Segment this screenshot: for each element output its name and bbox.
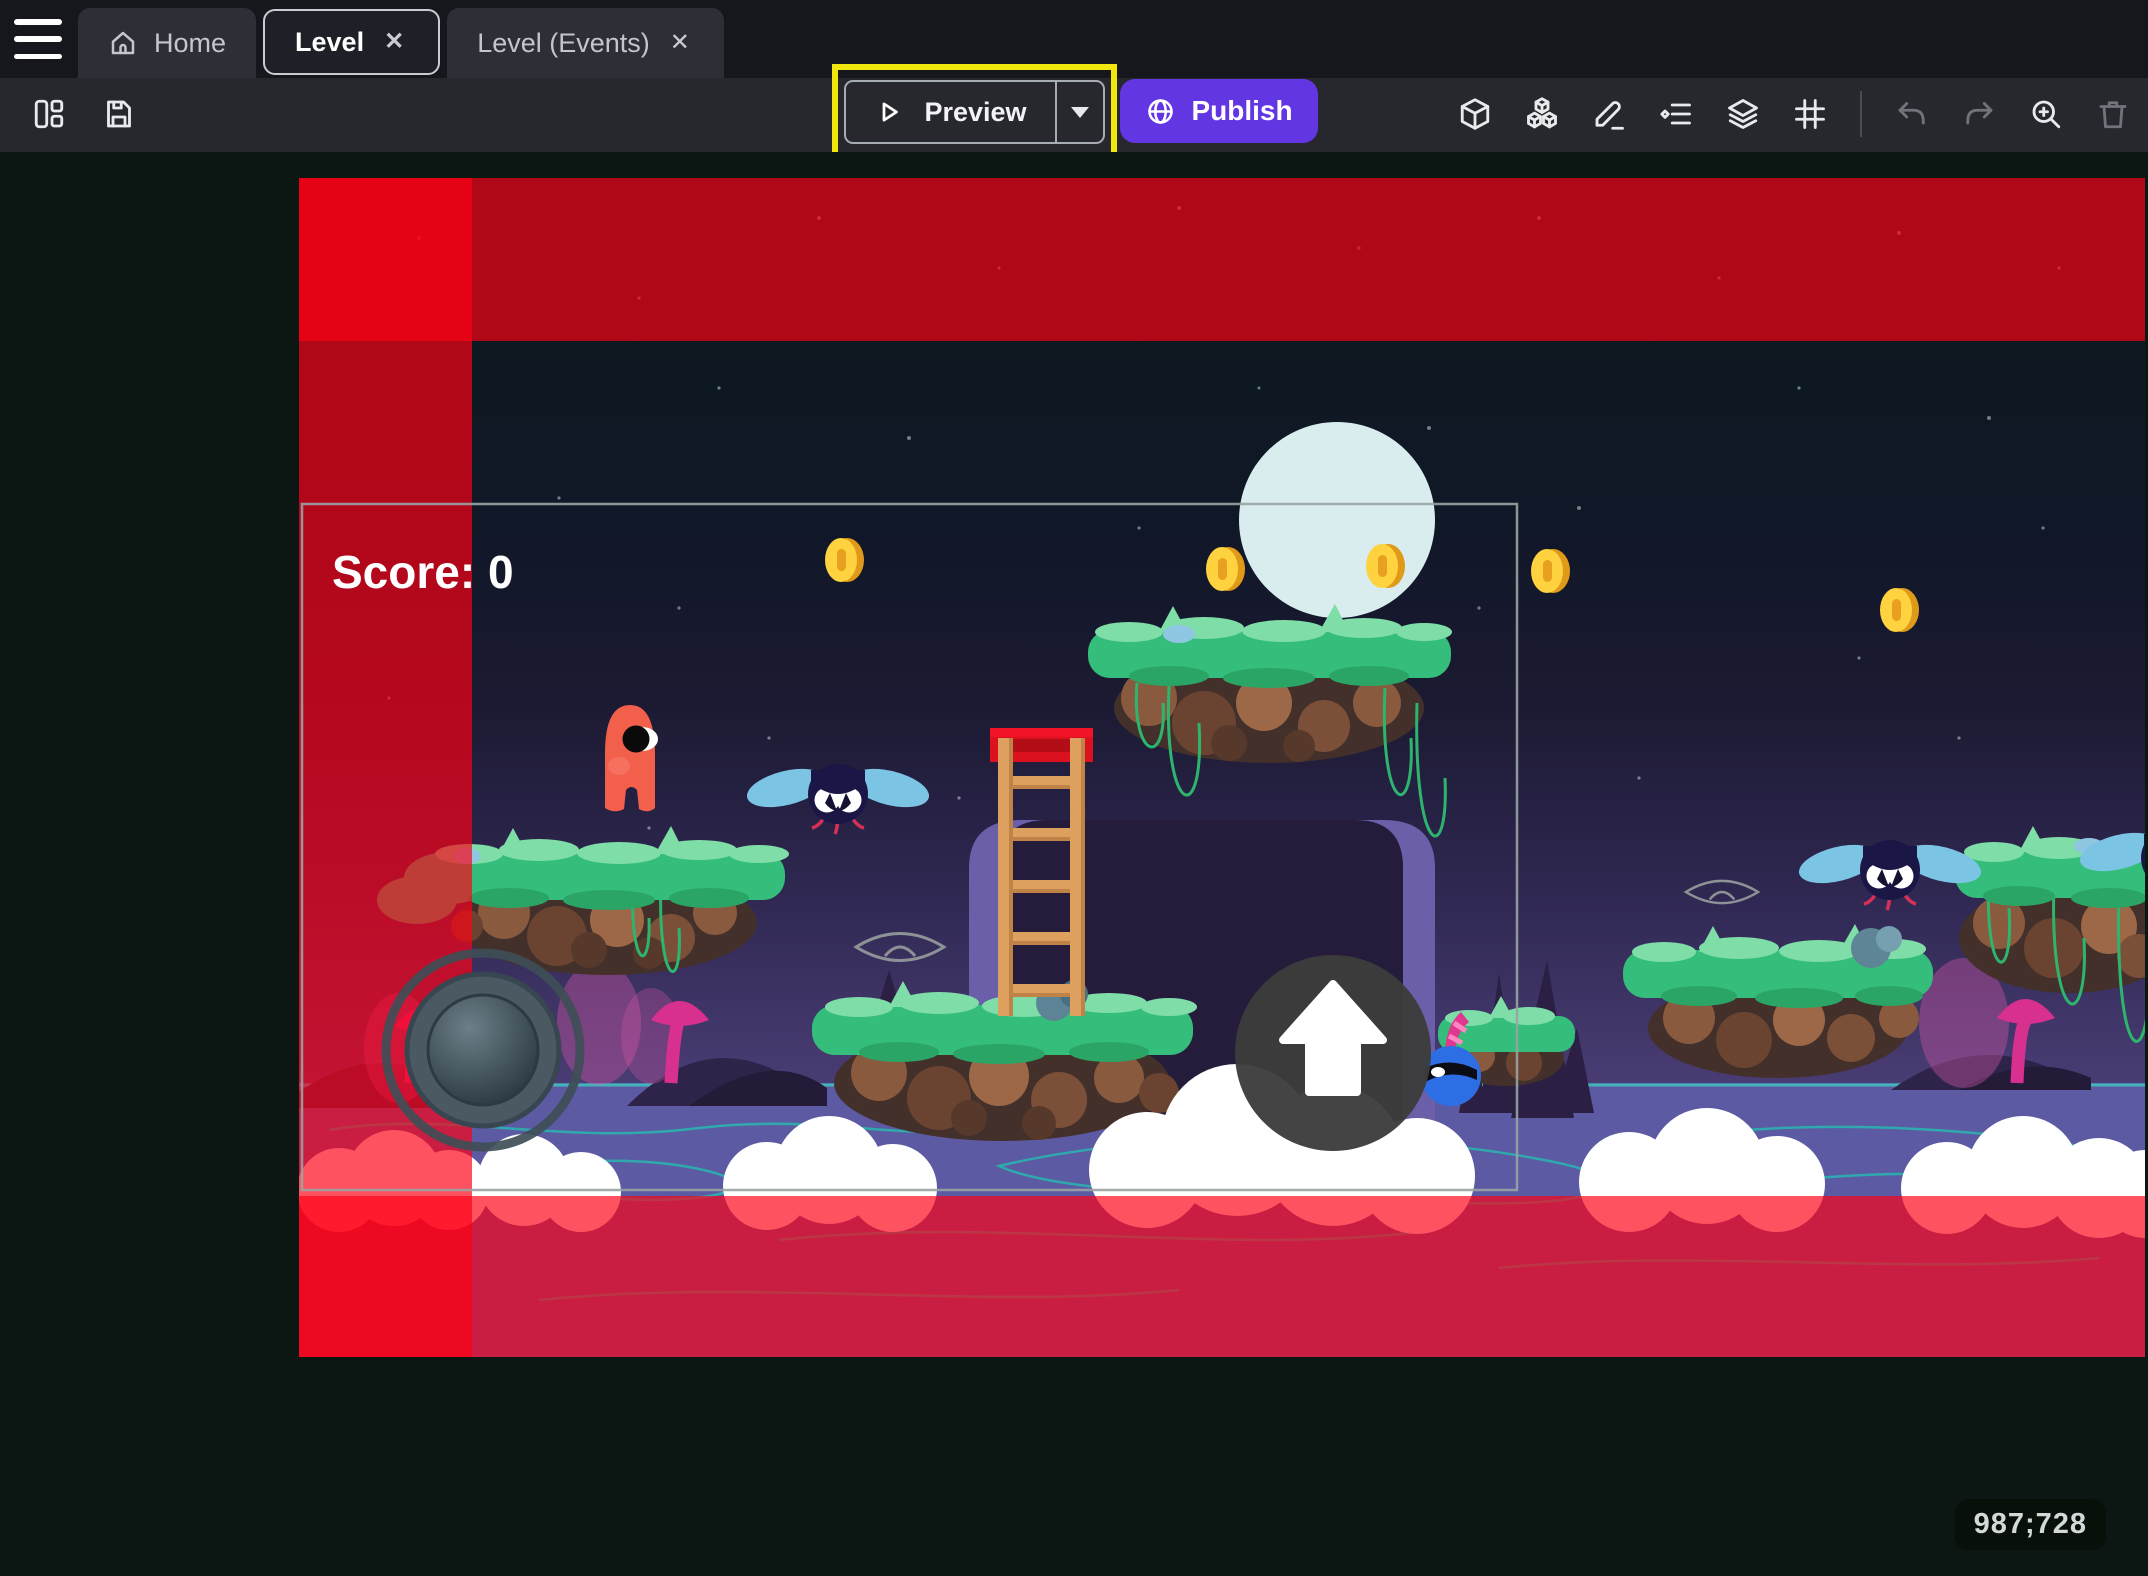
coin[interactable] xyxy=(1880,588,1919,632)
cursor-coordinates: 987;728 xyxy=(1955,1499,2106,1550)
platform[interactable] xyxy=(1623,924,1933,1078)
publish-label: Publish xyxy=(1191,95,1292,127)
toolbar-right xyxy=(1452,88,2148,140)
play-icon xyxy=(874,97,904,127)
toolbar-separator xyxy=(1860,91,1862,137)
edit-pencil-icon[interactable] xyxy=(1586,88,1632,140)
preview-button[interactable]: Preview xyxy=(846,82,1054,142)
object-cube-icon[interactable] xyxy=(1452,88,1498,140)
app-root: Home Level ✕ Level (Events) ✕ xyxy=(0,0,2148,1576)
instance-list-icon[interactable] xyxy=(1653,88,1699,140)
hazard-band-bottom[interactable] xyxy=(299,1196,2145,1357)
toolbar-left xyxy=(26,88,142,140)
preview-label: Preview xyxy=(924,97,1026,128)
hazard-band-top[interactable] xyxy=(299,178,2145,341)
coin[interactable] xyxy=(1531,549,1570,593)
preview-split-button: Preview xyxy=(844,80,1104,144)
scene-editor-canvas[interactable]: Score: 0 987;728 xyxy=(0,152,2148,1576)
tab-home[interactable]: Home xyxy=(78,8,256,78)
layers-icon[interactable] xyxy=(1720,88,1766,140)
zoom-in-icon[interactable] xyxy=(2023,88,2069,140)
redo-icon[interactable] xyxy=(1956,88,2002,140)
game-scene[interactable]: Score: 0 xyxy=(299,178,2145,1357)
tab-level-label: Level xyxy=(295,27,364,58)
undo-icon[interactable] xyxy=(1889,88,1935,140)
grid-icon[interactable] xyxy=(1787,88,1833,140)
tab-home-label: Home xyxy=(154,28,226,59)
home-icon xyxy=(108,28,138,58)
save-icon[interactable] xyxy=(96,88,142,140)
trash-icon[interactable] xyxy=(2090,88,2136,140)
tab-level-events[interactable]: Level (Events) ✕ xyxy=(447,8,724,78)
jump-button[interactable] xyxy=(1235,955,1431,1151)
tabs: Home Level ✕ Level (Events) ✕ xyxy=(78,8,724,78)
close-icon[interactable]: ✕ xyxy=(666,29,694,57)
hazard-stripe-vertical[interactable] xyxy=(299,178,472,1357)
coin[interactable] xyxy=(1366,544,1405,588)
publish-button[interactable]: Publish xyxy=(1120,79,1318,143)
moon[interactable] xyxy=(1239,422,1435,618)
globe-icon xyxy=(1145,96,1176,127)
layout-columns-icon[interactable] xyxy=(26,88,72,140)
joystick-control[interactable] xyxy=(386,953,580,1147)
tab-level[interactable]: Level ✕ xyxy=(263,9,440,75)
close-icon[interactable]: ✕ xyxy=(380,28,408,56)
toolbar: Preview Publish xyxy=(0,78,2148,152)
preview-highlight-box: Preview xyxy=(832,64,1117,160)
hamburger-menu-icon[interactable] xyxy=(14,19,62,59)
preview-options-button[interactable] xyxy=(1055,82,1103,142)
caret-down-icon xyxy=(1071,107,1089,127)
coin[interactable] xyxy=(1206,547,1245,591)
coin[interactable] xyxy=(825,538,864,582)
hud-score-text[interactable]: Score: 0 xyxy=(332,546,514,598)
tab-level-events-label: Level (Events) xyxy=(477,28,650,59)
instances-cubes-icon[interactable] xyxy=(1519,88,1565,140)
